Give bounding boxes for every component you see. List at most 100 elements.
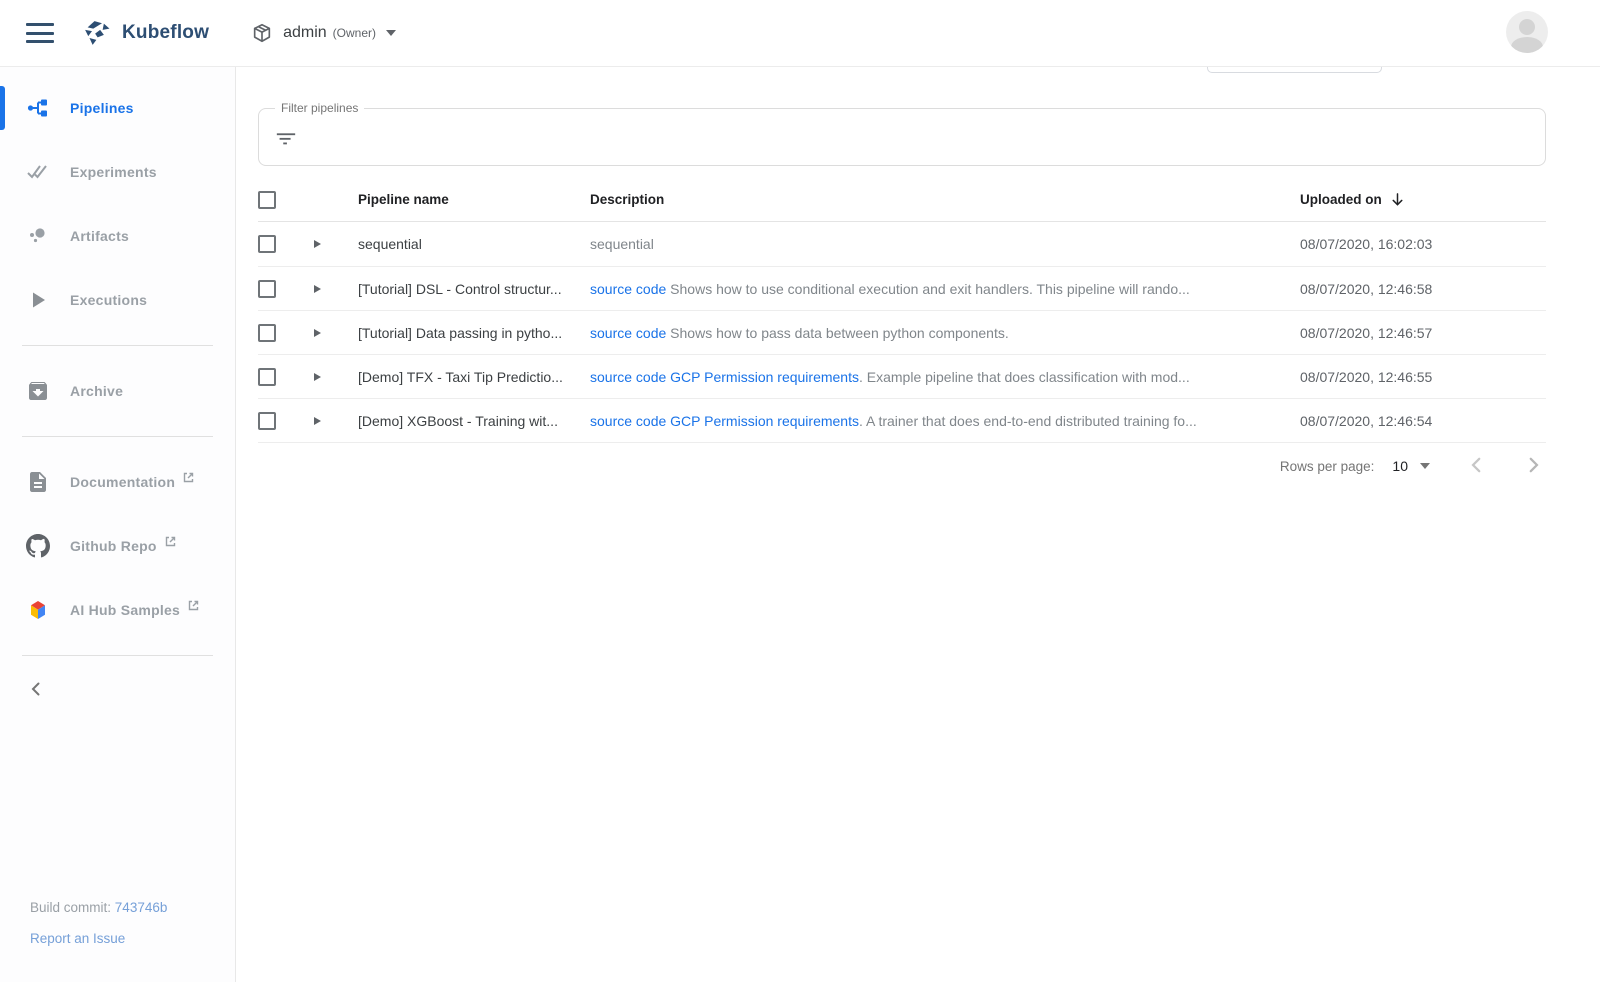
sidebar-item-label: Github Repo xyxy=(70,538,157,554)
sort-descending-icon xyxy=(1390,192,1405,207)
row-checkbox-cell xyxy=(258,412,300,430)
chevron-left-icon xyxy=(1468,456,1486,474)
next-page-button[interactable] xyxy=(1524,456,1542,477)
row-checkbox[interactable] xyxy=(258,280,276,298)
expand-row-icon[interactable] xyxy=(314,417,321,425)
user-avatar[interactable] xyxy=(1506,11,1548,53)
avatar-body-icon xyxy=(1511,37,1543,53)
row-checkbox-cell xyxy=(258,324,300,342)
build-commit-label: Build commit: xyxy=(30,900,111,915)
table-row[interactable]: [Tutorial] Data passing in pytho...sourc… xyxy=(258,310,1546,354)
sidebar-item-documentation[interactable]: Documentation xyxy=(0,450,235,514)
row-checkbox[interactable] xyxy=(258,324,276,342)
app-title: Kubeflow xyxy=(122,22,209,44)
table-row[interactable]: [Demo] TFX - Taxi Tip Predictio...source… xyxy=(258,354,1546,398)
sidebar-item-label: Artifacts xyxy=(70,228,129,244)
chevron-down-icon xyxy=(386,30,396,36)
table-row[interactable]: sequentialsequential 08/07/2020, 16:02:03 xyxy=(258,222,1546,266)
namespace-name: admin xyxy=(283,24,327,42)
pipeline-description-cell: source code GCP Permission requirements.… xyxy=(590,369,1300,385)
experiments-icon xyxy=(26,160,50,184)
expand-row-icon[interactable] xyxy=(314,240,321,248)
description-link[interactable]: source code xyxy=(590,325,666,341)
table-row[interactable]: [Demo] XGBoost - Training wit...source c… xyxy=(258,398,1546,442)
sidebar-collapse-button[interactable] xyxy=(0,669,235,709)
sidebar-item-archive[interactable]: Archive xyxy=(0,359,235,423)
documentation-icon xyxy=(26,470,50,494)
pipeline-name-cell[interactable]: [Demo] TFX - Taxi Tip Predictio... xyxy=(344,369,590,385)
table-row[interactable]: [Tutorial] DSL - Control structur...sour… xyxy=(258,266,1546,310)
rows-per-page-select[interactable]: 10 xyxy=(1392,458,1430,474)
sidebar-item-experiments[interactable]: Experiments xyxy=(0,140,235,204)
filter-input[interactable] xyxy=(309,129,1529,146)
kubeflow-logo[interactable]: Kubeflow xyxy=(82,18,209,48)
uploaded-on-label: Uploaded on xyxy=(1300,192,1382,207)
main-content: Pipelines + Upload pipeline Refresh Dele… xyxy=(236,24,1600,489)
pipeline-name-cell[interactable]: sequential xyxy=(344,236,590,252)
sidebar-divider xyxy=(22,436,213,437)
sidebar: Pipelines Experiments Artifacts Executio… xyxy=(0,67,236,982)
row-expander-cell xyxy=(300,373,344,381)
table-body: sequentialsequential 08/07/2020, 16:02:03… xyxy=(258,222,1546,443)
row-checkbox[interactable] xyxy=(258,368,276,386)
pipeline-name-cell[interactable]: [Tutorial] Data passing in pytho... xyxy=(344,325,590,341)
sidebar-item-label: Pipelines xyxy=(70,100,134,116)
expand-row-icon[interactable] xyxy=(314,285,321,293)
archive-icon xyxy=(26,379,50,403)
row-expander-cell xyxy=(300,285,344,293)
row-checkbox-cell xyxy=(258,235,300,253)
executions-icon xyxy=(26,288,50,312)
previous-page-button[interactable] xyxy=(1468,456,1486,477)
avatar-head-icon xyxy=(1519,19,1535,35)
sidebar-divider xyxy=(22,345,213,346)
row-checkbox[interactable] xyxy=(258,412,276,430)
sidebar-item-pipelines[interactable]: Pipelines xyxy=(0,76,235,140)
app-header: Kubeflow admin (Owner) xyxy=(0,0,1600,67)
table-header-row: Pipeline name Description Uploaded on xyxy=(258,178,1546,222)
filter-label: Filter pipelines xyxy=(275,101,364,115)
ai-hub-icon xyxy=(26,598,50,622)
hamburger-menu-icon[interactable] xyxy=(26,23,54,43)
pipelines-icon xyxy=(26,96,50,120)
chevron-down-icon xyxy=(1420,463,1430,469)
sidebar-divider xyxy=(22,655,213,656)
description-link[interactable]: GCP Permission requirements xyxy=(670,413,859,429)
github-icon xyxy=(26,534,50,558)
artifacts-icon xyxy=(26,224,50,248)
filter-pipelines-field[interactable]: Filter pipelines xyxy=(258,108,1546,166)
uploaded-on-cell: 08/07/2020, 12:46:57 xyxy=(1300,325,1546,341)
sidebar-item-label: AI Hub Samples xyxy=(70,602,180,618)
description-link[interactable]: source code xyxy=(590,281,666,297)
namespace-selector[interactable]: admin (Owner) xyxy=(251,22,396,44)
sidebar-item-artifacts[interactable]: Artifacts xyxy=(0,204,235,268)
namespace-cube-icon xyxy=(251,22,273,44)
expand-row-icon[interactable] xyxy=(314,373,321,381)
description-link[interactable]: source code xyxy=(590,369,666,385)
report-issue-link[interactable]: Report an Issue xyxy=(30,931,125,946)
build-commit-link[interactable]: 743746b xyxy=(115,900,168,915)
column-header-uploaded-on[interactable]: Uploaded on xyxy=(1300,192,1546,207)
external-link-icon xyxy=(187,599,200,612)
row-expander-cell xyxy=(300,240,344,248)
row-checkbox-cell xyxy=(258,280,300,298)
row-checkbox-cell xyxy=(258,368,300,386)
sidebar-item-executions[interactable]: Executions xyxy=(0,268,235,332)
select-all-checkbox[interactable] xyxy=(258,191,276,209)
expand-row-icon[interactable] xyxy=(314,329,321,337)
sidebar-item-github-repo[interactable]: Github Repo xyxy=(0,514,235,578)
description-link[interactable]: GCP Permission requirements xyxy=(670,369,859,385)
description-text: sequential xyxy=(590,236,654,252)
external-link-icon xyxy=(164,535,177,548)
sidebar-item-ai-hub-samples[interactable]: AI Hub Samples xyxy=(0,578,235,642)
pipeline-name-cell[interactable]: [Demo] XGBoost - Training wit... xyxy=(344,413,590,429)
pipelines-table: Pipeline name Description Uploaded on se… xyxy=(258,178,1546,443)
description-text: Shows how to use conditional execution a… xyxy=(666,281,1190,297)
description-link[interactable]: source code xyxy=(590,413,666,429)
filter-icon xyxy=(275,126,297,148)
rows-per-page-label: Rows per page: xyxy=(1280,459,1375,474)
pipeline-name-cell[interactable]: [Tutorial] DSL - Control structur... xyxy=(344,281,590,297)
uploaded-on-cell: 08/07/2020, 16:02:03 xyxy=(1300,236,1546,252)
chevron-right-icon xyxy=(1524,456,1542,474)
row-checkbox[interactable] xyxy=(258,235,276,253)
pipeline-description-cell: source code Shows how to use conditional… xyxy=(590,281,1300,297)
